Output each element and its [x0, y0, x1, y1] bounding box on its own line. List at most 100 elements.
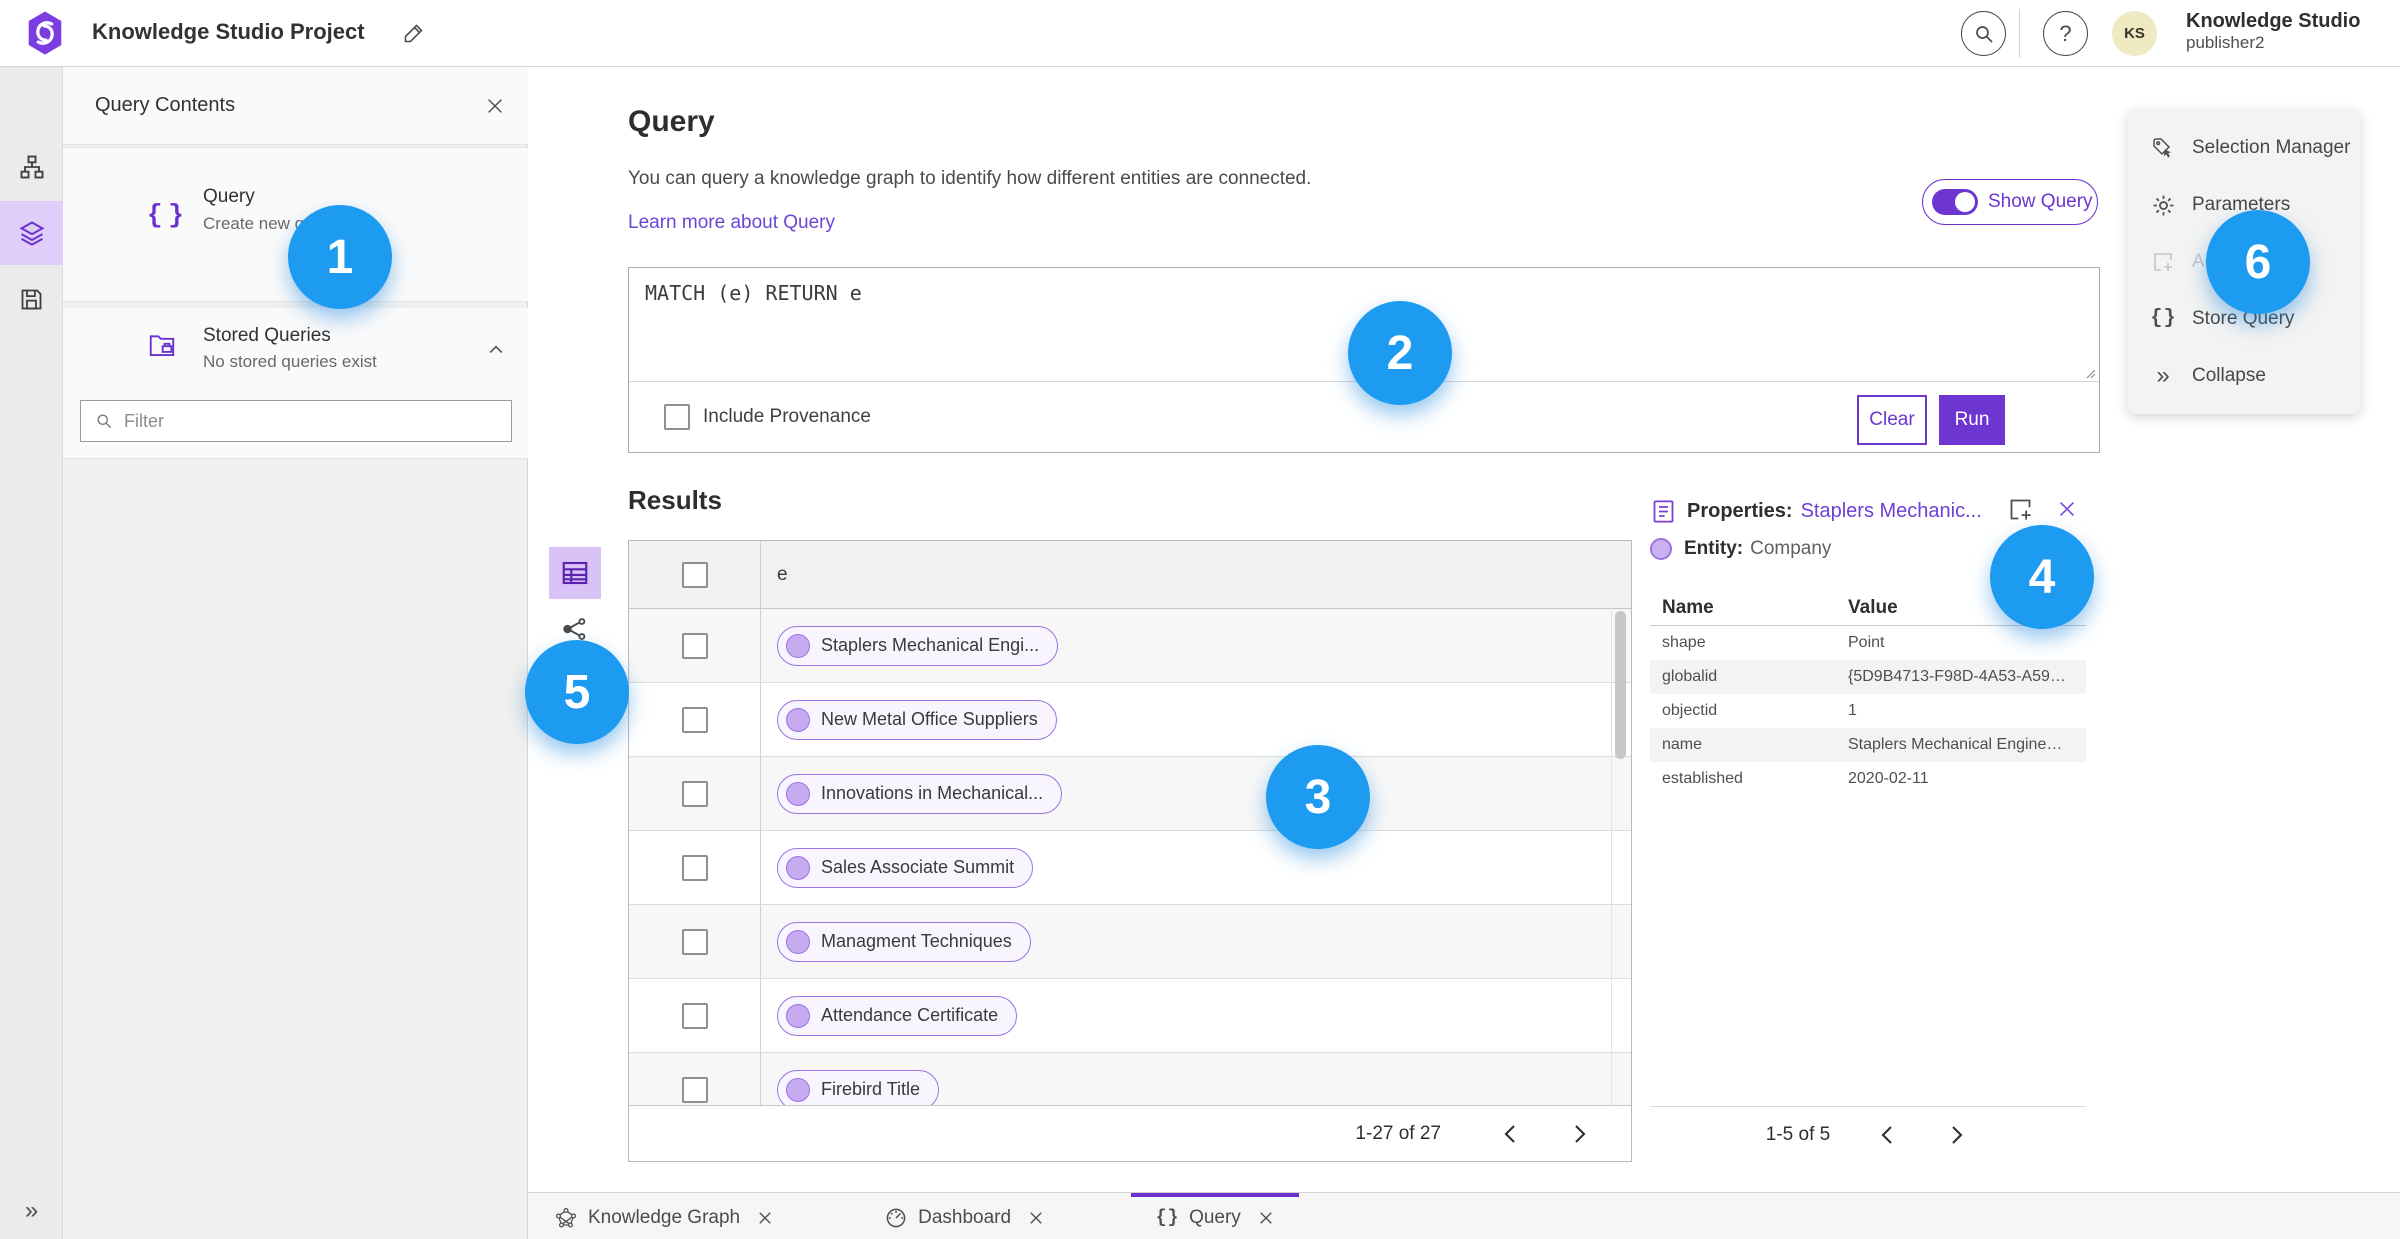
learn-more-link[interactable]: Learn more about Query	[628, 212, 835, 234]
knowledge-graph-icon	[554, 1206, 578, 1230]
selected-entity-link[interactable]: Staplers Mechanic...	[1801, 500, 1982, 523]
search-button[interactable]	[1961, 11, 2006, 56]
close-icon[interactable]	[484, 95, 506, 117]
results-table-card: e Staplers Mechanical Engi... New Metal …	[628, 540, 1632, 1162]
properties-title: Properties:	[1687, 499, 1793, 522]
properties-doc-icon	[1650, 498, 1677, 525]
row-checkbox[interactable]	[681, 928, 708, 955]
entity-dot-icon	[786, 707, 810, 732]
contents-item-stored-queries[interactable]: Stored Queries No stored queries exist	[63, 308, 528, 459]
property-row: name Staplers Mechanical Engineering	[1650, 728, 2086, 762]
entity-pill[interactable]: Managment Techniques	[777, 921, 1031, 962]
row-checkbox[interactable]	[681, 632, 708, 659]
gear-icon	[2150, 192, 2176, 218]
table-row: Innovations in Mechanical...	[629, 757, 1631, 831]
entity-pill[interactable]: Innovations in Mechanical...	[777, 773, 1063, 814]
prev-page-button[interactable]	[1499, 1121, 1525, 1147]
row-checkbox[interactable]	[681, 854, 708, 881]
row-checkbox[interactable]	[681, 780, 708, 807]
table-view-button[interactable]	[549, 547, 601, 599]
next-page-button[interactable]	[1567, 1121, 1593, 1147]
annotation-callout-3: 3	[1266, 745, 1370, 849]
help-button[interactable]: ?	[2043, 11, 2088, 56]
entity-dot-icon	[786, 855, 810, 880]
close-tab-icon[interactable]	[1027, 1209, 1045, 1227]
user-name: Knowledge Studio	[2186, 10, 2361, 32]
avatar[interactable]: KS	[2112, 11, 2157, 56]
properties-header: Properties: Staplers Mechanic...	[1650, 494, 2086, 528]
edit-title-icon[interactable]	[402, 21, 426, 45]
search-icon	[97, 414, 112, 429]
entity-type-value: Company	[1750, 538, 1832, 559]
properties-range-label: 1-5 of 5	[1765, 1123, 1831, 1145]
filter-input[interactable]	[124, 410, 494, 432]
braces-icon: { }	[147, 200, 186, 230]
add-to-new-window-icon[interactable]	[2007, 496, 2034, 523]
results-range-label: 1-27 of 27	[1355, 1122, 1441, 1144]
entity-pill[interactable]: Staplers Mechanical Engi...	[777, 625, 1059, 666]
chevron-left-icon	[1504, 1124, 1515, 1143]
collapse-button[interactable]: » Collapse	[2128, 363, 2360, 389]
chevron-up-icon[interactable]	[486, 340, 506, 360]
double-chevron-right-icon: »	[2156, 361, 2170, 389]
close-tab-icon[interactable]	[1257, 1209, 1275, 1227]
entity-dot-icon	[786, 633, 810, 658]
row-checkbox[interactable]	[681, 1076, 708, 1103]
resize-handle[interactable]	[2082, 365, 2096, 379]
results-pagination: 1-27 of 27	[629, 1105, 1631, 1161]
query-description: You can query a knowledge graph to ident…	[628, 168, 1312, 189]
prev-page-button[interactable]	[1876, 1122, 1902, 1148]
show-query-toggle[interactable]: Show Query	[1922, 179, 2098, 225]
user-role: publisher2	[2186, 33, 2265, 52]
dashboard-gauge-icon	[884, 1206, 908, 1230]
left-icon-rail: »	[0, 67, 63, 1239]
results-scrollbar[interactable]	[1615, 611, 1626, 759]
stored-queries-filter	[80, 400, 512, 442]
row-checkbox[interactable]	[681, 1002, 708, 1029]
entity-dot-icon	[786, 1003, 810, 1028]
stored-queries-folder-icon	[147, 330, 177, 360]
entity-dot-icon	[1650, 538, 1672, 560]
top-bar: Knowledge Studio Project ? KS Knowledge …	[0, 0, 2400, 67]
column-header-e: e	[777, 563, 788, 585]
rail-item-data-model[interactable]	[0, 135, 63, 199]
table-icon	[562, 561, 588, 585]
selection-manager-button[interactable]: Selection Manager	[2128, 135, 2360, 161]
table-row: New Metal Office Suppliers	[629, 683, 1631, 757]
table-row: Sales Associate Summit	[629, 831, 1631, 905]
selection-manager-icon	[2150, 135, 2176, 161]
name-column-header: Name	[1662, 596, 1714, 618]
include-provenance-label: Include Provenance	[703, 406, 871, 427]
rail-item-contents[interactable]	[0, 201, 63, 265]
tab-query[interactable]: { } Query	[1131, 1193, 1299, 1239]
select-all-checkbox[interactable]	[681, 561, 708, 588]
show-query-label: Show Query	[1988, 191, 2093, 212]
results-table-header: e	[629, 541, 1631, 609]
expand-rail-button[interactable]: »	[0, 1197, 63, 1225]
entity-pill[interactable]: Firebird Title	[777, 1069, 940, 1105]
entity-dot-icon	[786, 929, 810, 954]
entity-pill[interactable]: New Metal Office Suppliers	[777, 699, 1057, 740]
clear-button[interactable]: Clear	[1857, 395, 1927, 445]
close-tab-icon[interactable]	[756, 1209, 774, 1227]
entity-pill[interactable]: Sales Associate Summit	[777, 847, 1034, 888]
next-page-button[interactable]	[1944, 1122, 1970, 1148]
query-page-title: Query	[628, 105, 715, 138]
run-button[interactable]: Run	[1939, 395, 2005, 445]
rail-item-save[interactable]	[0, 267, 63, 331]
entity-dot-icon	[786, 781, 810, 806]
hierarchy-icon	[20, 155, 43, 179]
close-icon[interactable]	[2056, 498, 2078, 520]
table-row: Attendance Certificate	[629, 979, 1631, 1053]
user-menu[interactable]: Knowledge Studio publisher2	[2186, 10, 2360, 53]
tab-dashboard[interactable]: Dashboard	[860, 1193, 1069, 1239]
row-checkbox[interactable]	[681, 706, 708, 733]
include-provenance-checkbox[interactable]	[664, 404, 690, 430]
tab-knowledge-graph[interactable]: Knowledge Graph	[530, 1193, 798, 1239]
entity-pill[interactable]: Attendance Certificate	[777, 995, 1018, 1036]
chevron-left-icon	[1881, 1125, 1892, 1144]
property-row: shape Point	[1662, 634, 1885, 651]
chevron-right-icon	[1575, 1124, 1586, 1143]
question-icon: ?	[2059, 20, 2072, 46]
braces-icon: { }	[2150, 307, 2176, 331]
